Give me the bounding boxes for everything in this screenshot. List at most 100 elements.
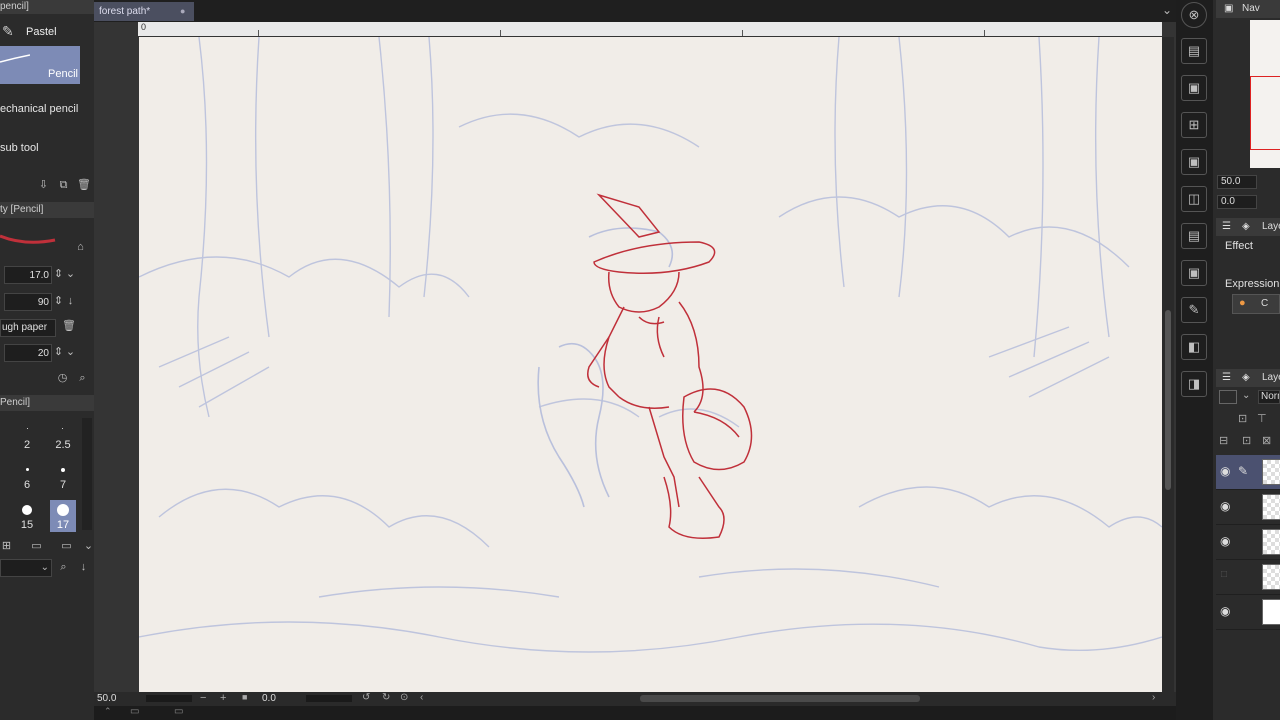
reset-rotation-icon[interactable]: ⊙: [400, 692, 408, 703]
panel-icon[interactable]: ▭: [60, 540, 73, 553]
brush-group-label: Pastel: [26, 26, 57, 38]
fit-icon[interactable]: ■: [242, 692, 247, 702]
rotate-right-icon[interactable]: ↻: [382, 692, 390, 703]
download-icon[interactable]: ↓: [64, 295, 77, 308]
eye-icon[interactable]: ◉: [1220, 604, 1230, 618]
panel-icon[interactable]: ▭: [30, 540, 43, 553]
scroll-left-icon[interactable]: ‹: [420, 692, 423, 703]
chevron-down-icon[interactable]: ⌄: [1162, 3, 1172, 17]
material-icon[interactable]: ◨: [1181, 371, 1207, 397]
material-icon[interactable]: ▤: [1181, 38, 1207, 64]
brush-size-header: Pencil]: [0, 395, 94, 411]
zoom-out-icon[interactable]: −: [200, 692, 206, 704]
dropdown-select[interactable]: ⌄: [0, 559, 52, 577]
trash-icon[interactable]: 🗑: [62, 320, 76, 333]
lock-icon[interactable]: ⊡: [1238, 412, 1247, 425]
brush-size-2-5[interactable]: 2.5: [51, 439, 75, 451]
horizontal-scroll-thumb[interactable]: [640, 695, 920, 702]
hidden-eye-icon[interactable]: □: [1221, 569, 1227, 580]
paper-texture-field[interactable]: ugh paper: [0, 319, 56, 337]
blend-mode-select[interactable]: Norn: [1258, 390, 1280, 404]
brush-size-2[interactable]: 2: [15, 439, 39, 451]
brush-size-dot: [57, 504, 69, 516]
new-folder-icon[interactable]: ⊠: [1262, 434, 1271, 447]
menu-icon[interactable]: ☰: [1222, 369, 1231, 387]
vertical-scroll-thumb[interactable]: [1165, 310, 1171, 490]
tool-property-header: ty [Pencil]: [0, 202, 94, 218]
brush-size-15[interactable]: 15: [15, 519, 39, 531]
material-icon[interactable]: ▣: [1181, 149, 1207, 175]
top-ruler: 0: [138, 22, 1162, 36]
sketch-artwork: [139, 37, 1162, 653]
subtool-add-sub-tool[interactable]: sub tool: [0, 142, 80, 154]
navigator-zoom-field[interactable]: 50.0: [1217, 175, 1257, 189]
opacity-field[interactable]: 90: [4, 293, 52, 311]
magnifier-icon[interactable]: ⌕: [57, 561, 70, 574]
grid-material-icon[interactable]: ⊞: [1181, 112, 1207, 138]
eye-icon[interactable]: ◉: [1220, 464, 1230, 478]
close-icon[interactable]: ●: [180, 2, 185, 21]
drawing-canvas[interactable]: [139, 37, 1162, 692]
eye-icon[interactable]: ◉: [1220, 534, 1230, 548]
download-icon[interactable]: ↓: [77, 561, 90, 574]
menu-icon[interactable]: ☰: [1222, 218, 1231, 236]
brush-size-6[interactable]: 6: [15, 479, 39, 491]
subtool-mechanical-pencil[interactable]: echanical pencil: [0, 103, 80, 115]
navigator-angle-field[interactable]: 0.0: [1217, 195, 1257, 209]
rotate-left-icon[interactable]: ↺: [362, 692, 370, 703]
layer-property-header: ☰ ◈ Laye: [1216, 218, 1280, 236]
rotation-slider[interactable]: [306, 695, 352, 702]
panel-icon[interactable]: ▭: [174, 706, 183, 717]
zoom-slider[interactable]: [146, 695, 192, 702]
expression-color-button[interactable]: ● C: [1232, 294, 1280, 314]
layer-property-title: Laye: [1262, 221, 1280, 232]
new-raster-layer-icon[interactable]: ⊟: [1219, 434, 1228, 447]
brush-size-7[interactable]: 7: [51, 479, 75, 491]
grid-icon[interactable]: ⊞: [0, 540, 13, 553]
magnifier-icon[interactable]: ⌕: [76, 372, 89, 385]
subtool-pencil[interactable]: Pencil: [0, 46, 80, 84]
brush-size-17[interactable]: 17: [51, 519, 75, 531]
document-tab[interactable]: forest path* ●: [94, 2, 194, 21]
brush-size-field[interactable]: 17.0: [4, 266, 52, 284]
chevron-down-icon[interactable]: ⌄: [1242, 390, 1250, 401]
edit-material-icon[interactable]: ✎: [1181, 297, 1207, 323]
ruler-origin-label: 0: [141, 22, 147, 32]
navigator-viewport-frame[interactable]: [1250, 76, 1280, 150]
camera-material-icon[interactable]: ◫: [1181, 186, 1207, 212]
material-icon[interactable]: ▣: [1181, 75, 1207, 101]
document-tab-title: forest path*: [99, 6, 151, 17]
panel-icon[interactable]: ▭: [130, 706, 139, 717]
scroll-right-icon[interactable]: ›: [1152, 692, 1155, 703]
brush-size-dot: [27, 428, 28, 429]
navigator-preview[interactable]: [1250, 20, 1280, 168]
size-list-scrollbar[interactable]: [82, 418, 92, 530]
zoom-value[interactable]: 50.0: [97, 693, 116, 704]
navigator-header: Nav ▣: [1216, 0, 1280, 18]
lock-icon[interactable]: ⌂: [74, 241, 87, 254]
clock-icon[interactable]: ◷: [56, 372, 69, 385]
import-icon[interactable]: ⇩: [37, 179, 50, 192]
chevron-up-icon[interactable]: ⌃: [104, 706, 112, 717]
material-icon[interactable]: ▤: [1181, 223, 1207, 249]
zoom-in-icon[interactable]: +: [220, 692, 226, 704]
layer-color-toggle[interactable]: [1219, 390, 1237, 404]
document-tab-bar: [94, 0, 1176, 22]
eye-icon[interactable]: ◉: [1220, 499, 1230, 513]
red-character-sketch: [587, 193, 753, 539]
layer-thumbnail: [1262, 494, 1280, 520]
trash-icon[interactable]: 🗑: [77, 179, 91, 192]
chevron-down-icon[interactable]: ⌄: [64, 268, 77, 281]
rotation-value[interactable]: 0.0: [262, 693, 276, 704]
brush-group-row[interactable]: ✎ Pastel: [0, 22, 94, 42]
new-vector-layer-icon[interactable]: ⊡: [1242, 434, 1251, 447]
search-icon[interactable]: ⊗: [1181, 2, 1207, 28]
clip-icon[interactable]: ⊤: [1257, 412, 1267, 425]
brush-stroke-preview-icon: [0, 54, 30, 63]
material-icon[interactable]: ▣: [1181, 260, 1207, 286]
texture-density-field[interactable]: 20: [4, 344, 52, 362]
material-icon[interactable]: ◧: [1181, 334, 1207, 360]
layer-icon: ◈: [1242, 372, 1250, 383]
chevron-down-icon[interactable]: ⌄: [64, 346, 77, 359]
duplicate-icon[interactable]: ⧉: [57, 179, 70, 192]
